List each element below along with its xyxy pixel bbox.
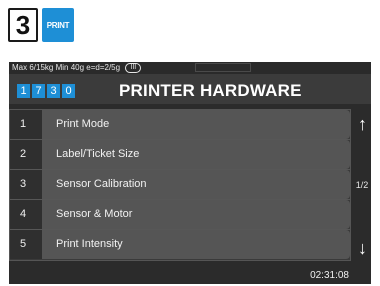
menu-item-label: Print Intensity <box>42 230 350 259</box>
status-bar: Max 6/15kg Min 40g e=d=2/5g III <box>9 62 371 74</box>
menu-item-number: 4 <box>10 200 42 229</box>
menu-item-label: Print Mode <box>42 110 350 139</box>
print-button[interactable]: PRINT <box>42 8 74 42</box>
status-indicator-box <box>195 63 251 72</box>
arrow-up-icon[interactable]: ↑ <box>354 112 371 136</box>
arrow-down-icon[interactable]: ↓ <box>354 236 371 260</box>
menu-item-label: Sensor Calibration <box>42 170 350 199</box>
menu-item-label: Label/Ticket Size <box>42 140 350 169</box>
menu-code-digit: 1 <box>17 84 30 98</box>
header-bar: 1 7 3 0 PRINTER HARDWARE <box>9 74 371 104</box>
scale-display-screen: Max 6/15kg Min 40g e=d=2/5g III 1 7 3 0 … <box>9 62 371 268</box>
menu-item-label-ticket-size[interactable]: 2 Label/Ticket Size <box>10 140 350 170</box>
page-title: PRINTER HARDWARE <box>119 81 302 100</box>
menu-item-number: 2 <box>10 140 42 169</box>
accuracy-class-badge: III <box>125 63 142 73</box>
menu-item-number: 1 <box>10 110 42 139</box>
menu-list: 1 Print Mode 2 Label/Ticket Size 3 Senso… <box>9 109 351 261</box>
menu-code: 1 7 3 0 <box>17 84 75 98</box>
step-number-key: 3 <box>8 8 38 42</box>
menu-code-digit: 7 <box>32 84 45 98</box>
menu-item-sensor-motor[interactable]: 4 Sensor & Motor <box>10 200 350 230</box>
menu-code-digit: 0 <box>62 84 75 98</box>
menu-item-print-mode[interactable]: 1 Print Mode <box>10 110 350 140</box>
capacity-info: Max 6/15kg Min 40g e=d=2/5g <box>12 63 121 72</box>
menu-item-sensor-calibration[interactable]: 3 Sensor Calibration <box>10 170 350 200</box>
menu-code-digit: 3 <box>47 84 60 98</box>
clock: 02:31:08 <box>9 268 371 284</box>
menu-item-number: 5 <box>10 230 42 259</box>
page-indicator: 1/2 <box>355 180 369 190</box>
menu-item-label: Sensor & Motor <box>42 200 350 229</box>
menu-item-print-intensity[interactable]: 5 Print Intensity <box>10 230 350 260</box>
menu-item-number: 3 <box>10 170 42 199</box>
